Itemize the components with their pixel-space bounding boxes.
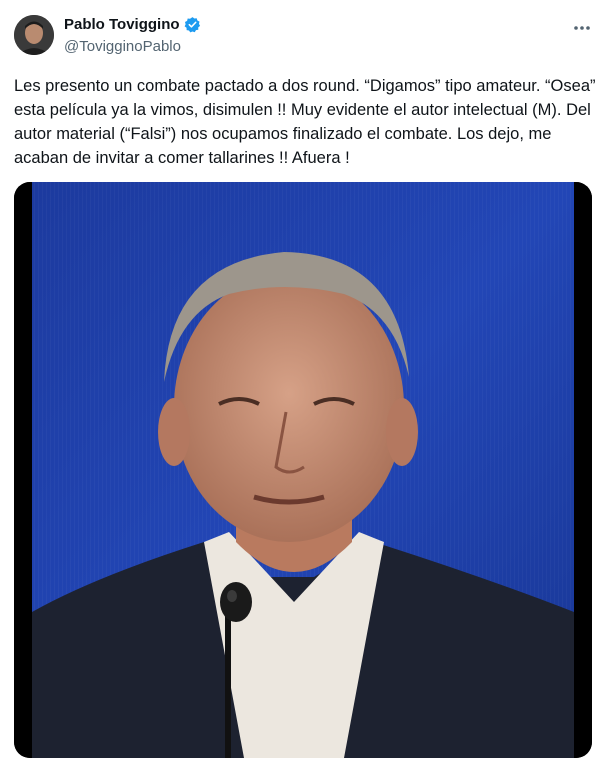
avatar[interactable] (14, 15, 54, 55)
video-frame (14, 182, 592, 758)
author-display-name[interactable]: Pablo Toviggino (64, 16, 180, 33)
author-handle[interactable]: @TovigginoPablo (64, 38, 181, 55)
tweet-video[interactable] (14, 182, 592, 758)
verified-badge-icon (184, 16, 201, 33)
tweet-text: Les presento un combate pactado a dos ro… (14, 77, 601, 167)
author-name-row: Pablo Toviggino (64, 16, 201, 33)
tweet-card: Pablo Toviggino @TovigginoPablo Les pres… (0, 0, 610, 759)
more-dots-icon[interactable] (572, 18, 592, 38)
